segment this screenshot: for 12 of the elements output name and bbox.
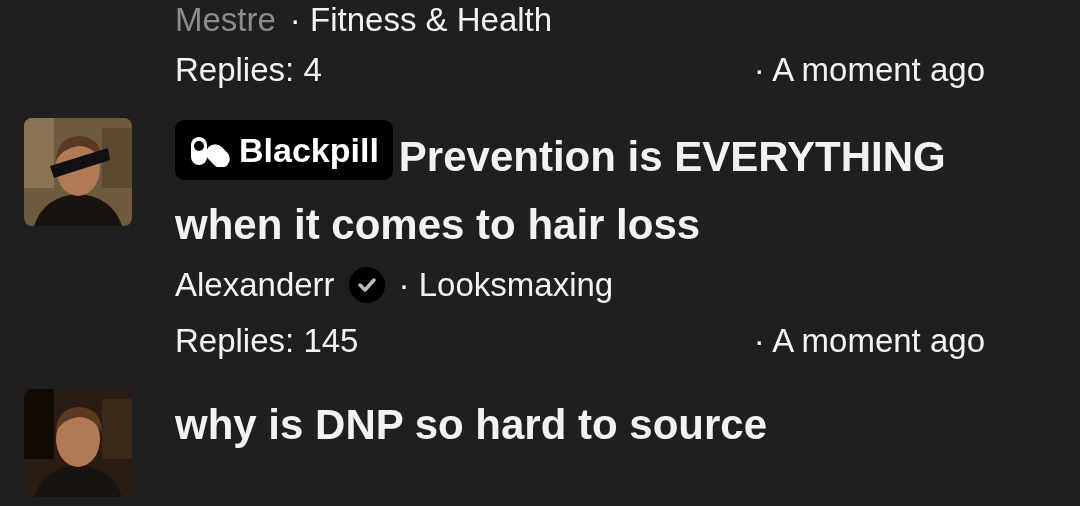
reply-count: Replies: 4 [175, 50, 322, 90]
post-time: · A moment ago [753, 50, 985, 90]
verified-icon [348, 267, 385, 303]
category-label[interactable]: · Fitness & Health [289, 0, 553, 40]
post-time: · A moment ago [753, 321, 985, 361]
author-name[interactable]: Mestre [175, 0, 276, 40]
post-title[interactable]: why is DNP so hard to source [175, 391, 985, 459]
author-name[interactable]: Alexanderr [175, 259, 335, 311]
tag-badge[interactable]: Blackpill [175, 120, 393, 180]
reply-count: Replies: 145 [175, 321, 359, 361]
post-title[interactable]: Blackpill Prevention is EVERYTHING when it comes to hair loss [175, 120, 985, 259]
category-label[interactable]: · Looksmaxing [398, 259, 614, 311]
